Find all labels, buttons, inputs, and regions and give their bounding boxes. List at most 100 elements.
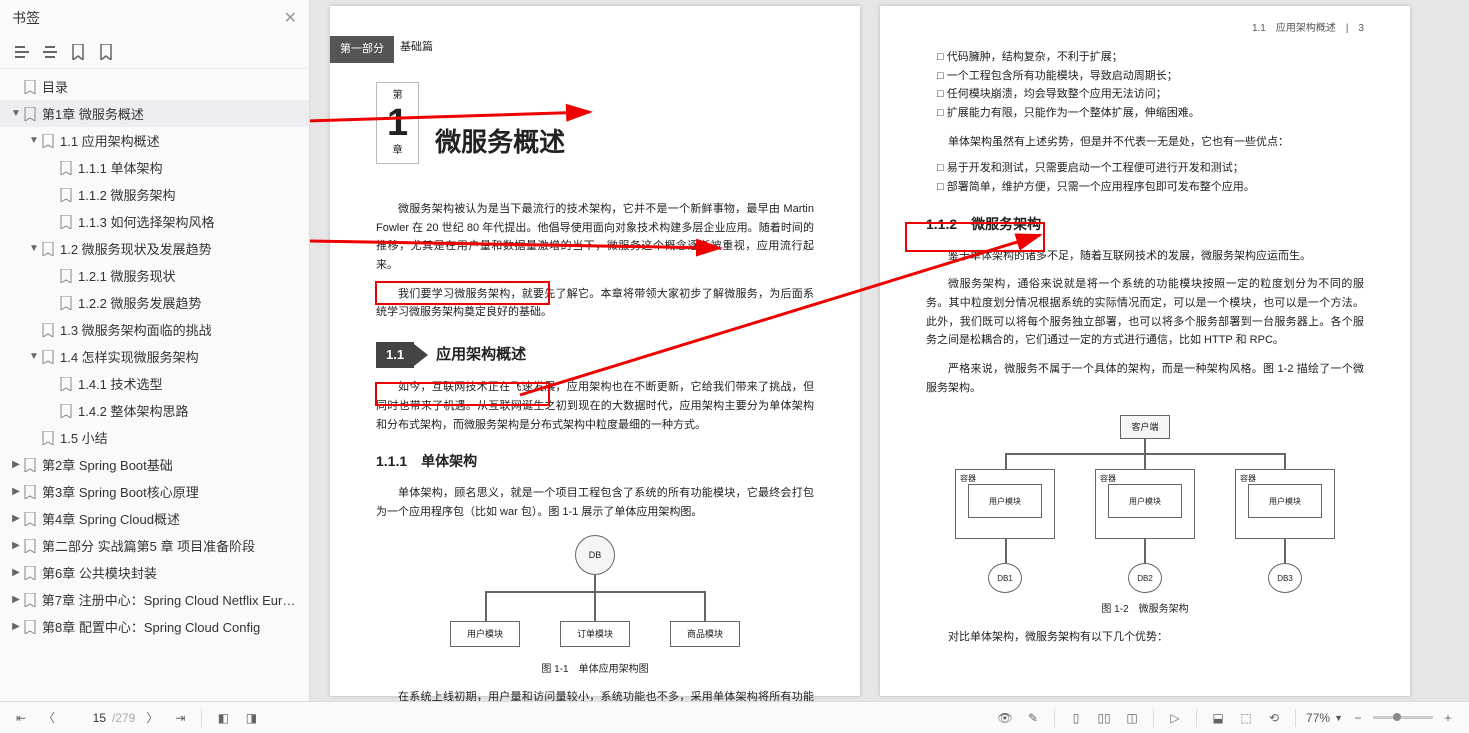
figure-1-1: DB 用户模块 订单模块 商品模块: [430, 535, 760, 655]
toc-item[interactable]: 1.2.1 微服务现状: [0, 262, 309, 289]
module-box: 用户模块: [968, 484, 1042, 518]
bookmark-icon: [60, 215, 74, 229]
toc-label: 第7章 注册中心：Spring Cloud Netflix Eureka: [42, 590, 301, 609]
toc-label: 目录: [42, 77, 68, 96]
bullet-item: 代码臃肿，结构复杂，不利于扩展；: [926, 48, 1364, 67]
sidebar-right-icon[interactable]: ◨: [240, 707, 262, 729]
fit-page-icon[interactable]: ⬚: [1235, 707, 1257, 729]
blank: [46, 216, 58, 228]
chevron-down-icon[interactable]: ▼: [28, 351, 40, 363]
bookmark-icon: [24, 566, 38, 580]
toc-label: 1.2.2 微服务发展趋势: [78, 293, 202, 312]
edit-icon[interactable]: ✎: [1022, 707, 1044, 729]
toc-item[interactable]: ▶第3章 Spring Boot核心原理: [0, 478, 309, 505]
page-number-input[interactable]: [66, 711, 106, 725]
chevron-right-icon[interactable]: ▶: [10, 540, 22, 552]
single-page-icon[interactable]: ▯: [1065, 707, 1087, 729]
toc-item[interactable]: 1.1.3 如何选择架构风格: [0, 208, 309, 235]
chevron-down-icon[interactable]: ▼: [10, 108, 22, 120]
close-icon[interactable]: ✕: [284, 8, 297, 28]
next-page-button[interactable]: 〉: [141, 707, 163, 729]
two-page-icon[interactable]: ◫: [1121, 707, 1143, 729]
blank: [28, 324, 40, 336]
toc-item[interactable]: 1.2.2 微服务发展趋势: [0, 289, 309, 316]
toc-item[interactable]: 1.5 小结: [0, 424, 309, 451]
toc-label: 第6章 公共模块封装: [42, 563, 157, 582]
bookmark-icon: [24, 539, 38, 553]
blank: [46, 378, 58, 390]
chevron-down-icon[interactable]: ▼: [28, 135, 40, 147]
bookmark-sidebar: 书签 ✕ 目录▼第1章 微服务概述▼1.1 应用架构概述1.1.1 单体架构1.…: [0, 0, 310, 701]
toc-label: 第8章 配置中心：Spring Cloud Config: [42, 617, 260, 636]
prev-page-button[interactable]: 〈: [38, 707, 60, 729]
bookmark-icon: [60, 404, 74, 418]
sidebar-title: 书签: [12, 8, 40, 28]
toc-item[interactable]: ▼1.4 怎样实现微服务架构: [0, 343, 309, 370]
toc-item[interactable]: 1.4.2 整体架构思路: [0, 397, 309, 424]
chevron-right-icon[interactable]: ▶: [10, 621, 22, 633]
bookmark-icon[interactable]: [96, 42, 116, 62]
toc-item[interactable]: ▼ 1.2 微服务现状及发展趋势: [0, 235, 309, 262]
db-node: DB3: [1268, 563, 1302, 593]
bookmark-icon: [24, 512, 38, 526]
toc-item[interactable]: 1.1.1 单体架构: [0, 154, 309, 181]
zoom-in-button[interactable]: +: [1437, 707, 1459, 729]
container-box: 用户模块: [955, 469, 1055, 539]
view-mode-icon[interactable]: 👁: [994, 707, 1016, 729]
last-page-button[interactable]: ⇥: [169, 707, 191, 729]
continuous-page-icon[interactable]: ▯▯: [1093, 707, 1115, 729]
fit-width-icon[interactable]: ⬓: [1207, 707, 1229, 729]
toc-item[interactable]: ▶ 第2章 Spring Boot基础: [0, 451, 309, 478]
zoom-slider[interactable]: [1373, 716, 1433, 719]
toc-item[interactable]: 目录: [0, 73, 309, 100]
toc-item[interactable]: ▶ 第7章 注册中心：Spring Cloud Netflix Eureka: [0, 586, 309, 613]
bookmark-icon: [60, 161, 74, 175]
chevron-down-icon[interactable]: ▼: [28, 243, 40, 255]
toc-item[interactable]: ▶第4章 Spring Cloud概述: [0, 505, 309, 532]
part-tag: 第一部分: [330, 36, 394, 63]
zoom-out-button[interactable]: −: [1347, 707, 1369, 729]
section-header: 1.1 应用架构概述: [376, 342, 814, 368]
chevron-right-icon[interactable]: ▶: [10, 594, 22, 606]
toc-item[interactable]: ▼第1章 微服务概述: [0, 100, 309, 127]
toc-item[interactable]: ▼1.1 应用架构概述: [0, 127, 309, 154]
toc-label: 1.3 微服务架构面临的挑战: [60, 320, 212, 339]
figure-caption: 图 1-2 微服务架构: [926, 601, 1364, 618]
chevron-right-icon[interactable]: ▶: [10, 486, 22, 498]
page-right: 1.1 应用架构概述 | 3 代码臃肿，结构复杂，不利于扩展；一个工程包含所有功…: [880, 6, 1410, 696]
bookmark-icon: [60, 188, 74, 202]
db-node: DB1: [988, 563, 1022, 593]
bookmark-icon: [24, 458, 38, 472]
expand-all-icon[interactable]: [12, 42, 32, 62]
toc-item[interactable]: ▶ 第6章 公共模块封装: [0, 559, 309, 586]
chevron-right-icon[interactable]: ▶: [10, 513, 22, 525]
rotate-icon[interactable]: ⟲: [1263, 707, 1285, 729]
toc-tree[interactable]: 目录 ▼第1章 微服务概述▼1.1 应用架构概述1.1.1 单体架构1.1.2 微…: [0, 69, 309, 701]
play-icon[interactable]: ▷: [1164, 707, 1186, 729]
page-viewport[interactable]: 第一部分 基础篇 第 1 章 微服务概述 微服务架构被认为是当下最流行的技术架构…: [310, 0, 1469, 701]
bookmark-add-icon[interactable]: [68, 42, 88, 62]
bullet-item: 任何模块崩溃，均会导致整个应用无法访问；: [926, 85, 1364, 104]
toc-item[interactable]: 1.1.2 微服务架构: [0, 181, 309, 208]
chevron-right-icon[interactable]: ▶: [10, 567, 22, 579]
client-box: 客户端: [1120, 415, 1170, 439]
module-box: 用户模块: [450, 621, 520, 647]
sidebar-left-icon[interactable]: ◧: [212, 707, 234, 729]
first-page-button[interactable]: ⇤: [10, 707, 32, 729]
blank: [46, 297, 58, 309]
toc-label: 1.2 微服务现状及发展趋势: [60, 239, 212, 258]
toc-item[interactable]: 1.3 微服务架构面临的挑战: [0, 316, 309, 343]
zoom-dropdown-icon[interactable]: ▼: [1334, 713, 1343, 723]
paragraph: 严格来说，微服务不属于一个具体的架构，而是一种架构风格。图 1-2 描绘了一个微…: [926, 360, 1364, 397]
subsection-title: 1.1.1 单体架构: [376, 450, 814, 474]
paragraph: 微服务架构被认为是当下最流行的技术架构，它并不是一个新鲜事物，最早由 Marti…: [376, 200, 814, 275]
toc-item[interactable]: ▶ 第8章 配置中心：Spring Cloud Config: [0, 613, 309, 640]
collapse-all-icon[interactable]: [40, 42, 60, 62]
figure-caption: 图 1-1 单体应用架构图: [376, 661, 814, 678]
bookmark-icon: [42, 323, 56, 337]
toc-item[interactable]: 1.4.1 技术选型: [0, 370, 309, 397]
chevron-right-icon[interactable]: ▶: [10, 459, 22, 471]
toc-item[interactable]: ▶第二部分 实战篇第5 章 项目准备阶段: [0, 532, 309, 559]
toc-label: 第2章 Spring Boot基础: [42, 455, 173, 474]
paragraph: 在系统上线初期，用户量和访问量较小，系统功能也不多，采用单体架构将所有功能模块部…: [376, 688, 814, 701]
